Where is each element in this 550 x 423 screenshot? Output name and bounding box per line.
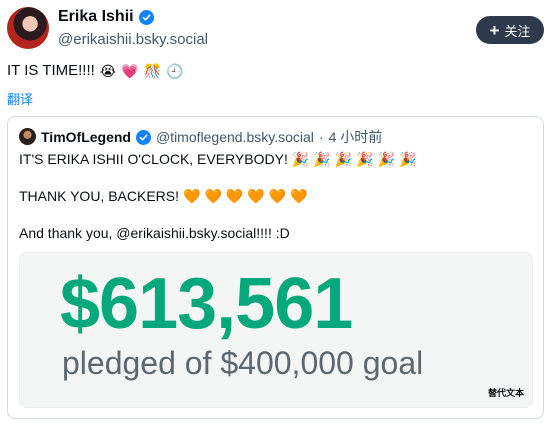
verified-badge-icon — [135, 129, 151, 145]
meta-separator: · — [318, 129, 324, 145]
follow-button[interactable]: + 关注 — [476, 16, 544, 44]
quote-header: TimOfLegend @timoflegend.bsky.social · 4… — [41, 127, 382, 147]
quote-author-avatar[interactable] — [19, 128, 36, 145]
orange-heart-emoji-icon: 🧡 — [268, 188, 287, 204]
pledged-amount: $613,561 — [60, 264, 353, 344]
quote-timestamp[interactable]: 4 小时前 — [329, 127, 383, 147]
author-name-row[interactable]: Erika Ishii — [58, 8, 154, 26]
clock-emoji-icon: 🕘 — [166, 62, 184, 79]
quote-line-1: IT'S ERIKA ISHII O'CLOCK, EVERYBODY! 🎉 🎉… — [19, 151, 416, 167]
crying-emoji-icon: 😭 — [99, 62, 117, 79]
alt-text-badge[interactable]: 替代文本 — [488, 386, 524, 399]
verified-badge-icon — [138, 9, 154, 25]
orange-heart-emoji-icon: 🧡 — [204, 188, 222, 204]
party-popper-emoji-icon: 🎉 — [377, 151, 396, 167]
party-popper-emoji-icon: 🎉 — [399, 151, 417, 167]
pink-heart-emoji-icon: 💗 — [121, 62, 139, 79]
party-popper-emoji-icon: 🎉 — [291, 151, 310, 167]
post-text-content: IT IS TIME!!!! — [7, 62, 95, 79]
orange-heart-emoji-icon: 🧡 — [247, 188, 265, 204]
quote-line-2: THANK YOU, BACKERS! 🧡 🧡 🧡 🧡 🧡 🧡 — [19, 188, 308, 204]
author-name[interactable]: Erika Ishii — [58, 8, 134, 26]
orange-heart-emoji-icon: 🧡 — [290, 188, 308, 204]
author-handle[interactable]: @erikaishii.bsky.social — [58, 31, 208, 48]
translate-link[interactable]: 翻译 — [7, 89, 33, 108]
plus-icon: + — [489, 20, 500, 40]
quote-line-3: And thank you, @erikaishii.bsky.social!!… — [19, 225, 290, 241]
quote-author-handle[interactable]: @timoflegend.bsky.social — [156, 129, 314, 145]
embedded-image[interactable]: $613,561 pledged of $400,000 goal 替代文本 — [19, 252, 533, 408]
goal-text: pledged of $400,000 goal — [62, 345, 424, 381]
post-text: IT IS TIME!!!! 😭 💗 🎊 🕘 — [7, 62, 183, 79]
follow-label: 关注 — [504, 23, 531, 39]
confetti-ball-emoji-icon: 🎊 — [143, 62, 162, 79]
party-popper-emoji-icon: 🎉 — [334, 151, 353, 167]
quote-author-name[interactable]: TimOfLegend — [41, 129, 131, 145]
orange-heart-emoji-icon: 🧡 — [225, 188, 244, 204]
quoted-post[interactable]: TimOfLegend @timoflegend.bsky.social · 4… — [7, 116, 544, 419]
quote-line-3-text: And thank you, @erikaishii.bsky.social!!… — [19, 225, 290, 241]
orange-heart-emoji-icon: 🧡 — [183, 188, 201, 204]
author-avatar[interactable] — [7, 7, 49, 49]
party-popper-emoji-icon: 🎉 — [356, 151, 374, 167]
party-popper-emoji-icon: 🎉 — [313, 151, 331, 167]
quote-line-2-text: THANK YOU, BACKERS! — [19, 188, 180, 204]
quote-line-1-text: IT'S ERIKA ISHII O'CLOCK, EVERYBODY! — [19, 151, 288, 167]
